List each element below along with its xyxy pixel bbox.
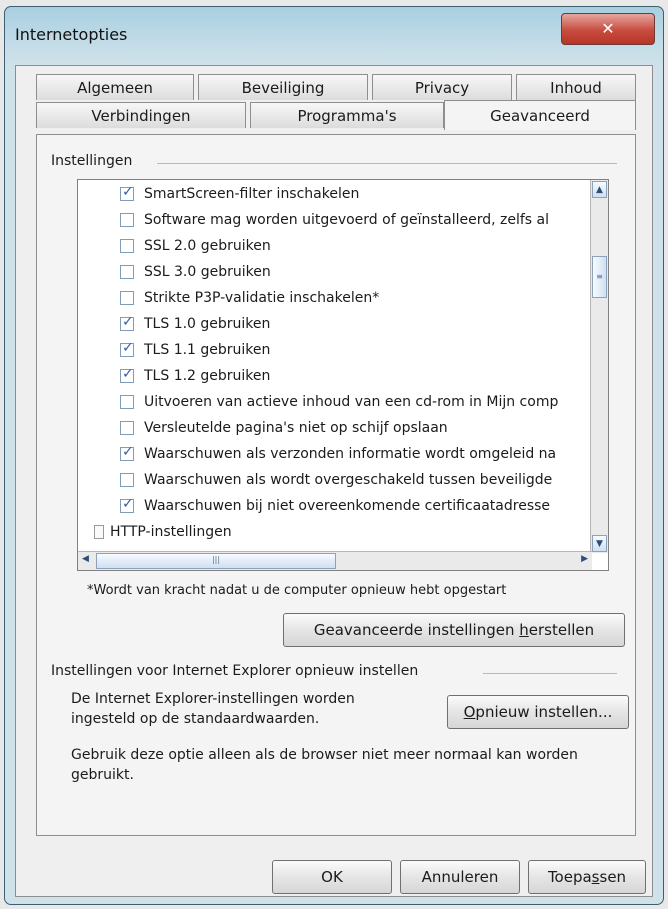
- checkbox[interactable]: [120, 184, 134, 201]
- scroll-thumb[interactable]: ≡: [592, 256, 607, 298]
- checkbox[interactable]: [120, 444, 134, 461]
- tab-privacy[interactable]: Privacy: [372, 74, 512, 100]
- list-item-label: Waarschuwen als verzonden informatie wor…: [144, 446, 557, 462]
- tab-algemeen[interactable]: Algemeen: [36, 74, 194, 100]
- dialog-client: Algemeen Beveiliging Privacy Inhoud Verb…: [15, 65, 653, 897]
- list-item-label: Software mag worden uitgevoerd of geïnst…: [144, 212, 549, 228]
- list-item-label: Uitvoeren van actieve inhoud van een cd-…: [144, 394, 559, 410]
- checkbox[interactable]: [120, 239, 134, 253]
- vertical-scrollbar[interactable]: ▲ ≡ ▼: [590, 180, 608, 553]
- list-item[interactable]: TLS 1.0 gebruiken: [120, 312, 270, 336]
- list-item[interactable]: Waarschuwen als verzonden informatie wor…: [120, 442, 556, 466]
- cancel-button[interactable]: Annuleren: [400, 860, 520, 894]
- scroll-down-icon[interactable]: ▼: [592, 535, 607, 552]
- list-item-label: SSL 3.0 gebruiken: [144, 264, 271, 280]
- checkbox[interactable]: [120, 314, 134, 331]
- section-header-label: HTTP-instellingen: [110, 524, 232, 540]
- checkbox[interactable]: [120, 265, 134, 279]
- scroll-left-icon[interactable]: ◀: [82, 554, 89, 564]
- reset-hint: Gebruik deze optie alleen als de browser…: [71, 747, 578, 783]
- list-item[interactable]: Waarschuwen als wordt overgeschakeld tus…: [120, 468, 552, 492]
- restore-label-pre: Geavanceerde instellingen: [313, 621, 520, 639]
- list-item[interactable]: Uitvoeren van actieve inhoud van een cd-…: [120, 390, 558, 414]
- restore-accel: h: [519, 621, 529, 639]
- settings-group-label: Instellingen: [51, 153, 133, 169]
- apply-button[interactable]: Toepa s sen: [528, 860, 646, 894]
- reset-group-label: Instellingen voor Internet Explorer opni…: [51, 663, 419, 679]
- hscroll-thumb[interactable]: |||: [96, 553, 336, 569]
- list-item-label: Strikte P3P-validatie inschakelen*: [144, 290, 380, 306]
- list-item-label: TLS 1.0 gebruiken: [144, 316, 271, 332]
- list-item[interactable]: SSL 3.0 gebruiken: [120, 260, 271, 284]
- checkbox[interactable]: [120, 213, 134, 227]
- group-divider: [157, 163, 617, 164]
- ok-button[interactable]: OK: [272, 860, 392, 894]
- list-item-label: TLS 1.2 gebruiken: [144, 368, 271, 384]
- horizontal-scrollbar[interactable]: ◀ ||| ▶: [78, 551, 592, 570]
- section-header[interactable]: HTTP-instellingen: [94, 520, 232, 544]
- list-item[interactable]: TLS 1.1 gebruiken: [120, 338, 270, 362]
- checkbox[interactable]: [120, 340, 134, 357]
- dialog-window: Internetopties ✕ Algemeen Beveiliging Pr…: [4, 6, 664, 905]
- checkbox[interactable]: [120, 421, 134, 435]
- tab-verbindingen[interactable]: Verbindingen: [36, 102, 246, 128]
- tab-beveiliging[interactable]: Beveiliging: [198, 74, 368, 100]
- apply-accel: s: [591, 868, 600, 886]
- list-item[interactable]: Software mag worden uitgevoerd of geïnst…: [120, 208, 549, 232]
- checkbox[interactable]: [120, 366, 134, 383]
- reset-accel: O: [463, 703, 476, 721]
- list-item-label: TLS 1.1 gebruiken: [144, 342, 271, 358]
- list-item-label: Versleutelde pagina's niet op schijf ops…: [144, 420, 448, 436]
- tab-geavanceerd[interactable]: Geavanceerd: [444, 100, 636, 130]
- restore-advanced-button[interactable]: Geavanceerde instellingen h erstellen: [283, 613, 625, 647]
- list-item[interactable]: Waarschuwen bij niet overeenkomende cert…: [120, 494, 550, 518]
- reset-divider: [483, 673, 617, 674]
- list-item[interactable]: TLS 1.2 gebruiken: [120, 364, 270, 388]
- reset-label: pnieuw instellen...: [475, 703, 613, 721]
- checkbox[interactable]: [120, 496, 134, 513]
- reset-button[interactable]: Opnieuw instellen...: [447, 695, 629, 729]
- close-button[interactable]: ✕: [561, 13, 655, 45]
- document-icon: [94, 525, 104, 539]
- list-item[interactable]: Strikte P3P-validatie inschakelen*: [120, 286, 379, 310]
- checkbox[interactable]: [120, 395, 134, 409]
- close-icon: ✕: [601, 19, 615, 39]
- reset-description: De Internet Explorer-instellingen worden…: [71, 691, 355, 727]
- list-item[interactable]: SmartScreen-filter inschakelen: [120, 182, 359, 206]
- list-item-label: Waarschuwen als wordt overgeschakeld tus…: [144, 472, 553, 488]
- scroll-up-icon[interactable]: ▲: [592, 181, 607, 198]
- window-title: Internetopties: [15, 25, 128, 44]
- list-item-label: Waarschuwen bij niet overeenkomende cert…: [144, 498, 551, 514]
- tab-programmas[interactable]: Programma's: [250, 102, 444, 128]
- scroll-right-icon[interactable]: ▶: [581, 554, 588, 564]
- settings-list[interactable]: SmartScreen-filter inschakelen Software …: [77, 179, 609, 571]
- tab-inhoud[interactable]: Inhoud: [516, 74, 636, 100]
- apply-label-pre: Toepa: [547, 868, 592, 886]
- restart-note: *Wordt van kracht nadat u de computer op…: [87, 583, 507, 598]
- list-item-label: SSL 2.0 gebruiken: [144, 238, 271, 254]
- list-item[interactable]: SSL 2.0 gebruiken: [120, 234, 271, 258]
- restore-label-post: erstellen: [528, 621, 595, 639]
- checkbox[interactable]: [120, 473, 134, 487]
- apply-label-post: sen: [599, 868, 627, 886]
- checkbox[interactable]: [120, 291, 134, 305]
- list-item[interactable]: Versleutelde pagina's niet op schijf ops…: [120, 416, 448, 440]
- advanced-panel: Instellingen SmartScreen-filter inschake…: [36, 134, 636, 836]
- list-item-label: SmartScreen-filter inschakelen: [144, 186, 360, 202]
